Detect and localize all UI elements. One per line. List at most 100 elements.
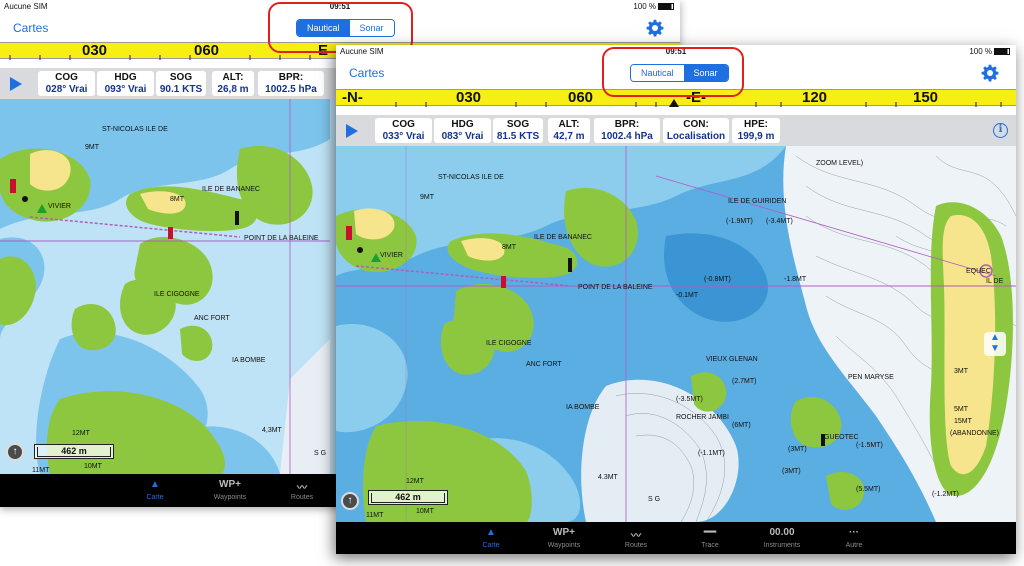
sog-box[interactable]: SOG 90.1 KTS <box>156 71 206 96</box>
map-label: -1.8MT <box>784 276 807 283</box>
tab-carte[interactable]: ▲ Carte <box>115 474 195 507</box>
map-label: 15MT <box>954 418 972 425</box>
sonar-screenshot: Aucune SIM 09:51 100 % Cartes Nautical S… <box>336 45 1016 554</box>
charts-back-button[interactable]: Cartes <box>13 21 48 35</box>
bpr-box[interactable]: BPR: 1002.5 hPa <box>258 71 324 96</box>
map-label: (-1.2MT) <box>932 491 959 498</box>
navigation-data-bar: COG 033° Vrai HDG 083° Vrai SOG 81.5 KTS AL… <box>336 115 1016 146</box>
compass-tick-label: 120 <box>802 89 828 106</box>
battery-icon <box>658 3 674 10</box>
map-label: (6MT) <box>732 422 751 429</box>
map-label: ILE DE GUIRIDEN <box>728 198 787 205</box>
tab-waypoints[interactable]: WP+ Waypoints <box>190 474 270 507</box>
map-scale-bar: 462 m <box>368 490 448 505</box>
map-label: 11MT <box>32 467 50 474</box>
battery-indicator: 100 % <box>969 47 1010 56</box>
north-up-icon[interactable]: ↑ <box>341 492 359 510</box>
info-icon[interactable]: i <box>993 123 1008 138</box>
map-label: 4,3MT <box>262 427 282 434</box>
map-label: (-1.5MT) <box>856 442 883 449</box>
map-label: (-1.1MT) <box>698 450 725 457</box>
waypoint-add-icon: WP+ <box>553 527 575 538</box>
more-icon: ··· <box>849 527 859 538</box>
map-label: POINT DE LA BALEINE <box>578 284 653 291</box>
settings-gear-icon[interactable] <box>981 64 999 82</box>
map-label: 10MT <box>84 463 102 470</box>
map-label: 12MT <box>72 430 90 437</box>
con-box[interactable]: CON: Localisation <box>663 118 729 143</box>
compass-tick-label: 060 <box>194 42 220 59</box>
tab-trace[interactable]: ━━ Trace <box>670 522 750 554</box>
tab-routes[interactable]: 〰 Routes <box>262 474 342 507</box>
map-label: (-3.5MT) <box>676 396 703 403</box>
play-icon[interactable] <box>10 77 22 91</box>
compass-tick-label: 150 <box>913 89 939 106</box>
map-label: (5.5MT) <box>856 486 881 493</box>
map-label: ANC FORT <box>526 361 562 368</box>
tab-waypoints[interactable]: WP+ Waypoints <box>524 522 604 554</box>
map-label: 8MT <box>170 196 184 203</box>
map-triangle-icon: ▲ <box>486 527 496 538</box>
map-label: 5MT <box>954 406 968 413</box>
zoom-toggle-button[interactable]: ▲ ▼ <box>984 332 1006 356</box>
settings-gear-icon[interactable] <box>646 19 664 37</box>
battery-indicator: 100 % <box>633 2 674 11</box>
map-label: IA BOMBE <box>232 357 266 364</box>
map-label: ANC FORT <box>194 315 230 322</box>
map-label: ILE DE BANANEC <box>534 234 592 241</box>
map-label: (3MT) <box>782 468 801 475</box>
hdg-box[interactable]: HDG 083° Vrai <box>434 118 491 143</box>
map-label: S G <box>314 450 327 457</box>
tab-routes[interactable]: 〰 Routes <box>596 522 676 554</box>
map-label: S G <box>648 496 661 503</box>
map-label: (2.7MT) <box>732 378 757 385</box>
sonar-chart-map[interactable]: ST-NICOLAS ILE DE ILE DE BANANEC VIVIER … <box>336 146 1016 522</box>
alt-box[interactable]: ALT: 26,8 m <box>212 71 254 96</box>
map-label: ST-NICOLAS ILE DE <box>102 126 168 133</box>
tab-autre[interactable]: ··· Autre <box>814 522 894 554</box>
hpe-box[interactable]: HPE: 199,9 m <box>732 118 780 143</box>
map-label: GUEOTEC <box>824 434 859 441</box>
cog-box[interactable]: COG 033° Vrai <box>375 118 432 143</box>
trace-icon: ━━ <box>703 527 717 538</box>
battery-icon <box>994 48 1010 55</box>
map-label: 8MT <box>502 244 516 251</box>
cog-box[interactable]: COG 028° Vrai <box>38 71 95 96</box>
map-label: 3MT <box>954 368 968 375</box>
map-label: (3MT) <box>788 446 807 453</box>
compass-tick-label: -N- <box>342 89 363 106</box>
route-icon: 〰 <box>631 531 641 542</box>
tab-bar: ▲ Carte WP+ Waypoints 〰 Routes ━━ Trace 00.0… <box>336 522 1016 554</box>
map-label: IA BOMBE <box>566 404 600 411</box>
map-label: 11MT <box>366 512 384 519</box>
hdg-box[interactable]: HDG 093° Vrai <box>97 71 154 96</box>
alt-box[interactable]: ALT: 42,7 m <box>548 118 590 143</box>
sog-box[interactable]: SOG 81.5 KTS <box>493 118 543 143</box>
map-label: 10MT <box>416 508 434 515</box>
bpr-box[interactable]: BPR: 1002.4 hPa <box>594 118 660 143</box>
map-label: VIVIER <box>380 252 403 259</box>
north-up-icon[interactable]: ↑ <box>6 443 24 461</box>
map-label: VIVIER <box>48 203 71 210</box>
map-label: ZOOM LEVEL) <box>816 160 864 167</box>
map-label: ST-NICOLAS ILE DE <box>438 174 504 181</box>
compass-tick-label: 060 <box>568 89 594 106</box>
waypoint-add-icon: WP+ <box>219 479 241 490</box>
map-label: 9MT <box>420 194 434 201</box>
map-label: 9MT <box>85 144 99 151</box>
map-label: POINT DE LA BALEINE <box>244 235 319 242</box>
map-label: ROCHER JAMBI <box>676 414 729 421</box>
tab-carte[interactable]: ▲ Carte <box>451 522 531 554</box>
map-label: VIEUX GLENAN <box>706 356 758 363</box>
map-label: (-1.9MT) <box>726 218 753 225</box>
map-label: (ABANDONNE) <box>950 430 1000 437</box>
map-label: EQUEC <box>966 268 991 275</box>
tab-instruments[interactable]: 00.00 Instruments <box>742 522 822 554</box>
play-icon[interactable] <box>346 124 358 138</box>
charts-back-button[interactable]: Cartes <box>349 66 384 80</box>
route-icon: 〰 <box>297 483 307 494</box>
map-label: 4.3MT <box>598 474 618 481</box>
map-label: ILE CIGOGNE <box>486 340 532 347</box>
map-label: 12MT <box>406 478 424 485</box>
map-label: IL DE <box>986 278 1004 285</box>
